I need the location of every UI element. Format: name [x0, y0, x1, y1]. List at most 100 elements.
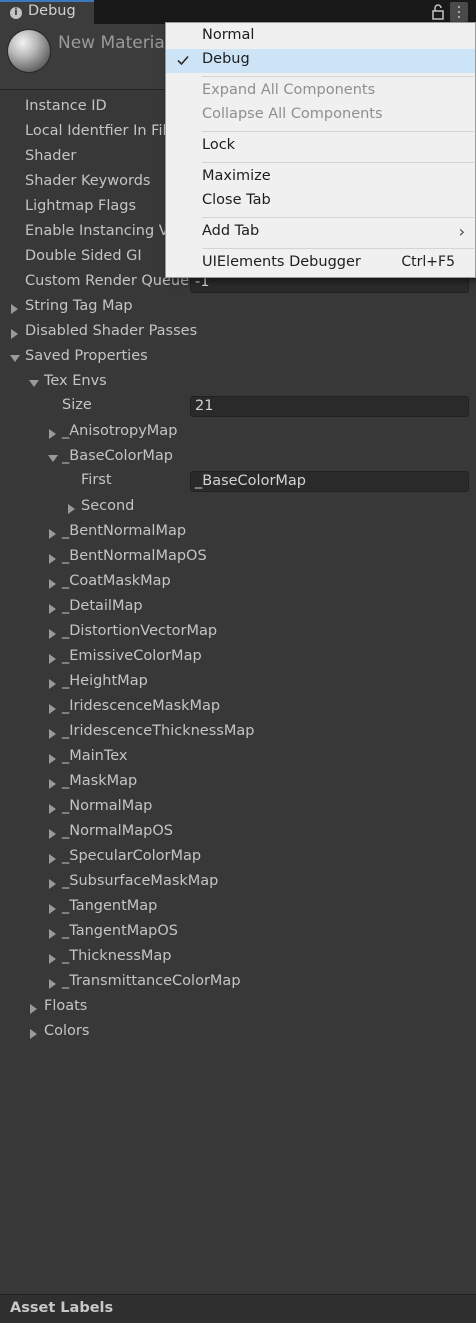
expand-arrow-icon[interactable] — [49, 804, 56, 814]
tex-env-item[interactable]: _CoatMaskMap — [0, 571, 476, 596]
expand-arrow-icon[interactable] — [11, 304, 18, 314]
property-label: Shader — [25, 148, 77, 164]
tab-debug[interactable]: i Debug — [0, 0, 94, 24]
tex-env-item[interactable]: _BentNormalMapOS — [0, 546, 476, 571]
tex-env-label: _ThicknessMap — [62, 948, 172, 964]
expand-arrow-icon[interactable] — [49, 879, 56, 889]
tex-env-label: _TangentMapOS — [62, 923, 178, 939]
tex-env-item[interactable]: _ThicknessMap — [0, 946, 476, 971]
expand-arrow-icon[interactable] — [49, 429, 56, 439]
tex-env-label: _MainTex — [62, 748, 128, 764]
tex-env-label: _SubsurfaceMaskMap — [62, 873, 219, 889]
tex-env-label: _MaskMap — [62, 773, 138, 789]
menu-item-normal[interactable]: Normal — [166, 25, 475, 49]
menu-item-label: Maximize — [202, 168, 271, 184]
expand-arrow-icon[interactable] — [68, 504, 75, 514]
expand-arrow-icon[interactable] — [49, 829, 56, 839]
menu-item-add-tab[interactable]: Add Tab › — [166, 221, 475, 245]
tex-env-label: _DetailMap — [62, 598, 143, 614]
tex-env-item[interactable]: _MainTex — [0, 746, 476, 771]
menu-separator — [202, 76, 474, 77]
expand-arrow-icon[interactable] — [49, 629, 56, 639]
menu-separator — [202, 217, 474, 218]
tex-env-item[interactable]: _AnisotropyMap — [0, 421, 476, 446]
menu-item-lock[interactable]: Lock — [166, 135, 475, 159]
menu-item-close-tab[interactable]: Close Tab — [166, 190, 475, 214]
expand-arrow-icon[interactable] — [49, 529, 56, 539]
tex-env-item[interactable]: _MaskMap — [0, 771, 476, 796]
foldout-label: Tex Envs — [44, 373, 107, 389]
foldout-tex-envs[interactable]: Tex Envs — [0, 371, 476, 396]
tex-env-item[interactable]: _TransmittanceColorMap — [0, 971, 476, 996]
tex-env-item[interactable]: _DistortionVectorMap — [0, 621, 476, 646]
menu-separator — [202, 131, 474, 132]
tex-env-label: _BentNormalMap — [62, 523, 187, 539]
expand-arrow-icon[interactable] — [11, 329, 18, 339]
asset-labels-bar[interactable]: Asset Labels — [0, 1294, 476, 1323]
tex-env-item[interactable]: _TangentMap — [0, 896, 476, 921]
tex-env-item[interactable]: _NormalMap — [0, 796, 476, 821]
checkmark-icon — [177, 55, 189, 66]
tex-env-item[interactable]: _SubsurfaceMaskMap — [0, 871, 476, 896]
tex-env-item[interactable]: _IridescenceMaskMap — [0, 696, 476, 721]
expand-arrow-icon[interactable] — [49, 929, 56, 939]
expand-arrow-icon[interactable] — [49, 604, 56, 614]
foldout-saved-properties[interactable]: Saved Properties — [0, 346, 476, 371]
property-label: Double Sided GI — [25, 248, 142, 264]
expand-arrow-icon[interactable] — [49, 854, 56, 864]
asset-labels-title: Asset Labels — [10, 1300, 114, 1316]
menu-item-uielements-debugger[interactable]: UIElements Debugger Ctrl+F5 — [166, 252, 475, 276]
foldout-floats[interactable]: Floats — [0, 996, 476, 1021]
foldout-label: Second — [81, 498, 135, 514]
tex-env-item[interactable]: _IridescenceThicknessMap — [0, 721, 476, 746]
expand-arrow-icon[interactable] — [49, 554, 56, 564]
lock-icon[interactable] — [431, 4, 445, 20]
expand-arrow-icon[interactable] — [49, 579, 56, 589]
foldout-disabled-shader-passes[interactable]: Disabled Shader Passes — [0, 321, 476, 346]
collapse-arrow-icon[interactable] — [48, 455, 58, 462]
inspector-mode-menu: Normal Debug Expand All Components Colla… — [165, 22, 476, 278]
collapse-arrow-icon[interactable] — [29, 380, 39, 387]
menu-item-maximize[interactable]: Maximize — [166, 166, 475, 190]
tex-env-label: _TangentMap — [62, 898, 158, 914]
expand-arrow-icon[interactable] — [49, 754, 56, 764]
tex-env-label: _IridescenceMaskMap — [62, 698, 221, 714]
submenu-arrow-icon: › — [458, 222, 465, 241]
property-label: Instance ID — [25, 98, 107, 114]
collapse-arrow-icon[interactable] — [10, 355, 20, 362]
tex-env-item[interactable]: _BentNormalMap — [0, 521, 476, 546]
expand-arrow-icon[interactable] — [49, 654, 56, 664]
expand-arrow-icon[interactable] — [49, 979, 56, 989]
material-preview-icon — [8, 30, 50, 72]
foldout-string-tag-map[interactable]: String Tag Map — [0, 296, 476, 321]
tex-env-item[interactable]: _NormalMapOS — [0, 821, 476, 846]
expand-arrow-icon[interactable] — [49, 904, 56, 914]
expand-arrow-icon[interactable] — [30, 1004, 37, 1014]
tex-env-item[interactable]: _TangentMapOS — [0, 921, 476, 946]
expand-arrow-icon[interactable] — [49, 679, 56, 689]
foldout-label: _BaseColorMap — [62, 448, 174, 464]
menu-item-expand-all: Expand All Components — [166, 80, 475, 104]
first-field[interactable]: _BaseColorMap — [190, 471, 469, 492]
foldout-second[interactable]: Second — [0, 496, 476, 521]
tex-env-label: _NormalMapOS — [62, 823, 173, 839]
expand-arrow-icon[interactable] — [49, 729, 56, 739]
tex-env-label: _CoatMaskMap — [62, 573, 171, 589]
tex-env-item[interactable]: _EmissiveColorMap — [0, 646, 476, 671]
expand-arrow-icon[interactable] — [49, 779, 56, 789]
more-options-icon[interactable] — [450, 2, 468, 22]
tex-env-item[interactable]: _DetailMap — [0, 596, 476, 621]
tex-env-item[interactable]: _SpecularColorMap — [0, 846, 476, 871]
material-name: New Material — [58, 33, 170, 53]
expand-arrow-icon[interactable] — [49, 704, 56, 714]
size-field[interactable]: 21 — [190, 396, 469, 417]
menu-item-collapse-all: Collapse All Components — [166, 104, 475, 128]
info-icon: i — [10, 7, 22, 19]
foldout-colors[interactable]: Colors — [0, 1021, 476, 1046]
expand-arrow-icon[interactable] — [49, 954, 56, 964]
expand-arrow-icon[interactable] — [30, 1029, 37, 1039]
tex-env-item[interactable]: _HeightMap — [0, 671, 476, 696]
foldout-base-color-map[interactable]: _BaseColorMap — [0, 446, 476, 471]
menu-item-debug[interactable]: Debug — [166, 49, 475, 73]
foldout-label: Colors — [44, 1023, 90, 1039]
